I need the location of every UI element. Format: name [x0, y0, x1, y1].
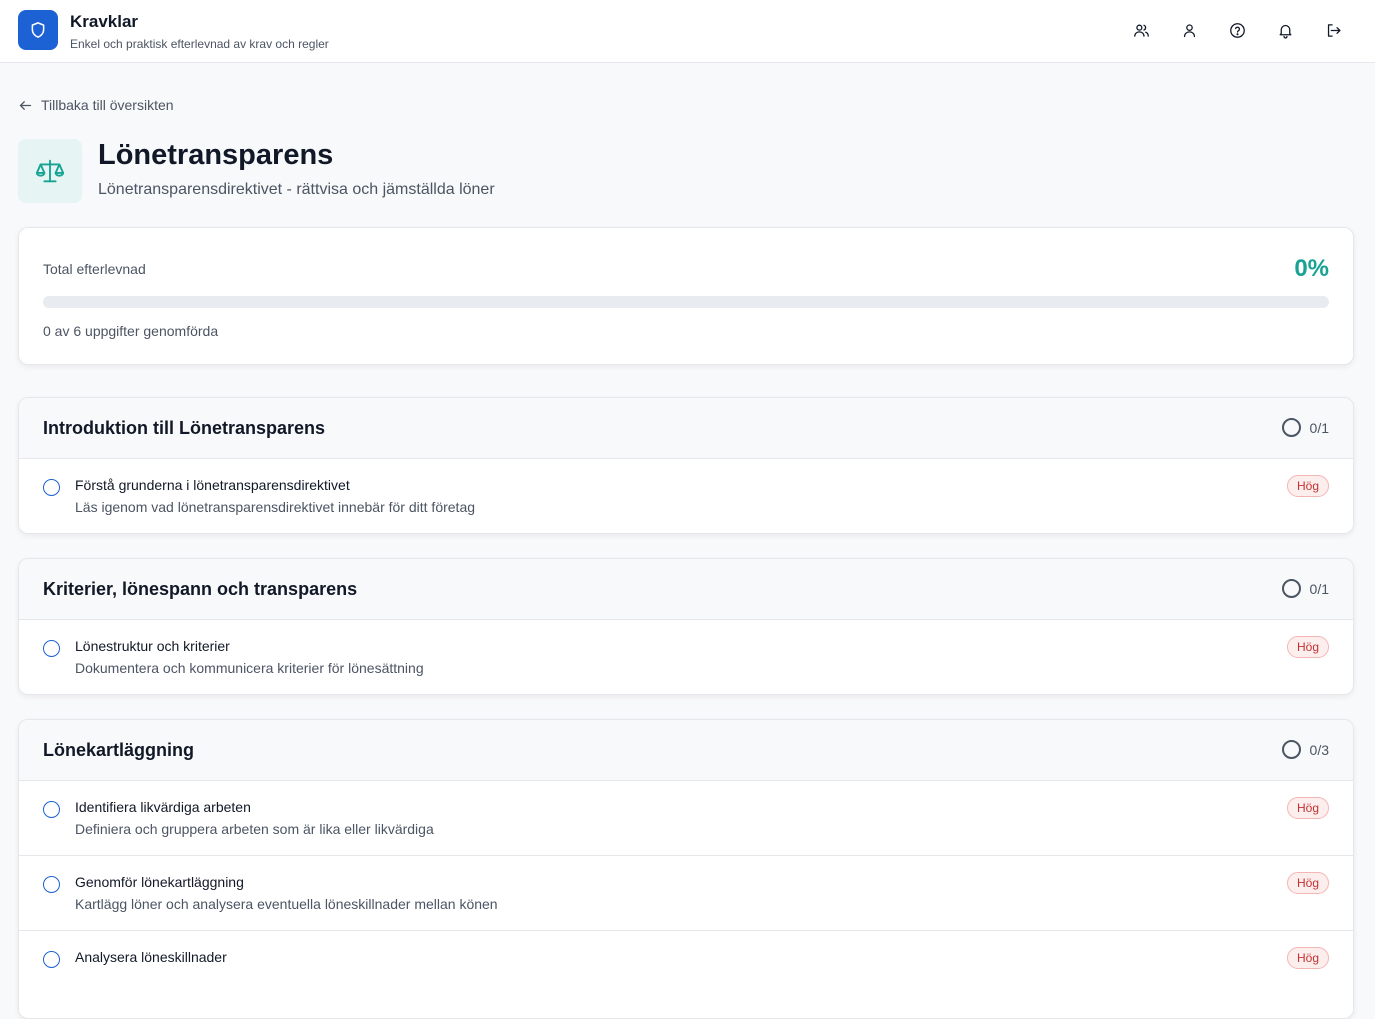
- priority-badge: Hög: [1286, 475, 1329, 497]
- section-salary-mapping: Lönekartläggning 0/3 Identifiera likvärd…: [18, 719, 1354, 1019]
- task-title: Förstå grunderna i lönetransparensdirekt…: [75, 477, 350, 493]
- users-icon[interactable]: [1129, 18, 1153, 42]
- page-subtitle: Lönetransparensdirektivet - rättvisa och…: [98, 181, 495, 198]
- task-item[interactable]: Genomför lönekartläggning Kartlägg löner…: [19, 856, 1353, 931]
- user-icon[interactable]: [1177, 18, 1201, 42]
- section-status: 0/3: [1281, 740, 1329, 759]
- task-checkbox[interactable]: [43, 876, 60, 893]
- section-criteria: Kriterier, lönespann och transparens 0/1…: [18, 558, 1354, 695]
- back-link-label: Tillbaka till översikten: [41, 97, 174, 113]
- section-title: Lönekartläggning: [43, 740, 195, 760]
- progress-percent: 0%: [1294, 255, 1329, 282]
- app-tagline: Enkel och praktisk efterlevnad av krav o…: [70, 37, 329, 51]
- section-header[interactable]: Kriterier, lönespann och transparens 0/1: [19, 559, 1353, 620]
- page-title: Lönetransparens: [98, 139, 334, 171]
- logout-icon[interactable]: [1321, 18, 1345, 42]
- section-status: 0/1: [1281, 418, 1329, 437]
- circle-icon: [1281, 418, 1301, 437]
- task-title: Analysera löneskillnader: [75, 949, 227, 965]
- priority-badge: Hög: [1286, 872, 1329, 894]
- priority-badge: Hög: [1286, 636, 1329, 658]
- task-item[interactable]: Identifiera likvärdiga arbeten Definiera…: [19, 781, 1353, 856]
- circle-icon: [1281, 579, 1301, 598]
- section-count: 0/3: [1309, 741, 1329, 758]
- arrow-left-icon: [19, 100, 32, 110]
- task-checkbox[interactable]: [43, 801, 60, 818]
- progress-label: Total efterlevnad: [43, 261, 146, 277]
- back-link[interactable]: Tillbaka till översikten: [18, 97, 174, 113]
- task-description: Kartlägg löner och analysera eventuella …: [75, 896, 498, 912]
- priority-badge: Hög: [1286, 947, 1329, 969]
- task-item[interactable]: Analysera löneskillnader Hög: [19, 931, 1353, 1006]
- header-actions: [1129, 18, 1345, 42]
- section-title: Kriterier, lönespann och transparens: [43, 579, 358, 599]
- top-bar: Kravklar Enkel och praktisk efterlevnad …: [0, 0, 1375, 63]
- task-title: Genomför lönekartläggning: [75, 874, 244, 890]
- progress-count: 0 av 6 uppgifter genomförda: [43, 323, 219, 339]
- circle-icon: [1281, 740, 1301, 759]
- progress-bar: [43, 296, 1329, 308]
- task-description: Dokumentera och kommunicera kriterier fö…: [75, 660, 424, 676]
- bell-icon[interactable]: [1273, 18, 1297, 42]
- section-status: 0/1: [1281, 579, 1329, 598]
- task-checkbox[interactable]: [43, 951, 60, 968]
- task-checkbox[interactable]: [43, 640, 60, 657]
- section-count: 0/1: [1309, 580, 1329, 597]
- section-header[interactable]: Lönekartläggning 0/3: [19, 720, 1353, 781]
- help-icon[interactable]: [1225, 18, 1249, 42]
- task-item[interactable]: Lönestruktur och kriterier Dokumentera o…: [19, 620, 1353, 694]
- task-description: Läs igenom vad lönetransparensdirektivet…: [75, 499, 476, 515]
- task-description: Definiera och gruppera arbeten som är li…: [75, 821, 434, 837]
- section-count: 0/1: [1309, 419, 1329, 436]
- priority-badge: Hög: [1286, 797, 1329, 819]
- section-title: Introduktion till Lönetransparens: [43, 418, 326, 438]
- task-title: Identifiera likvärdiga arbeten: [75, 799, 251, 815]
- task-checkbox[interactable]: [43, 479, 60, 496]
- shield-icon[interactable]: [18, 10, 58, 50]
- compliance-progress-card: Total efterlevnad 0% 0 av 6 uppgifter ge…: [18, 227, 1354, 365]
- app-title[interactable]: Kravklar: [70, 12, 138, 32]
- section-introduction: Introduktion till Lönetransparens 0/1 Fö…: [18, 397, 1354, 534]
- task-title: Lönestruktur och kriterier: [75, 638, 230, 654]
- scale-icon: [18, 139, 82, 203]
- section-header[interactable]: Introduktion till Lönetransparens 0/1: [19, 398, 1353, 459]
- task-item[interactable]: Förstå grunderna i lönetransparensdirekt…: [19, 459, 1353, 533]
